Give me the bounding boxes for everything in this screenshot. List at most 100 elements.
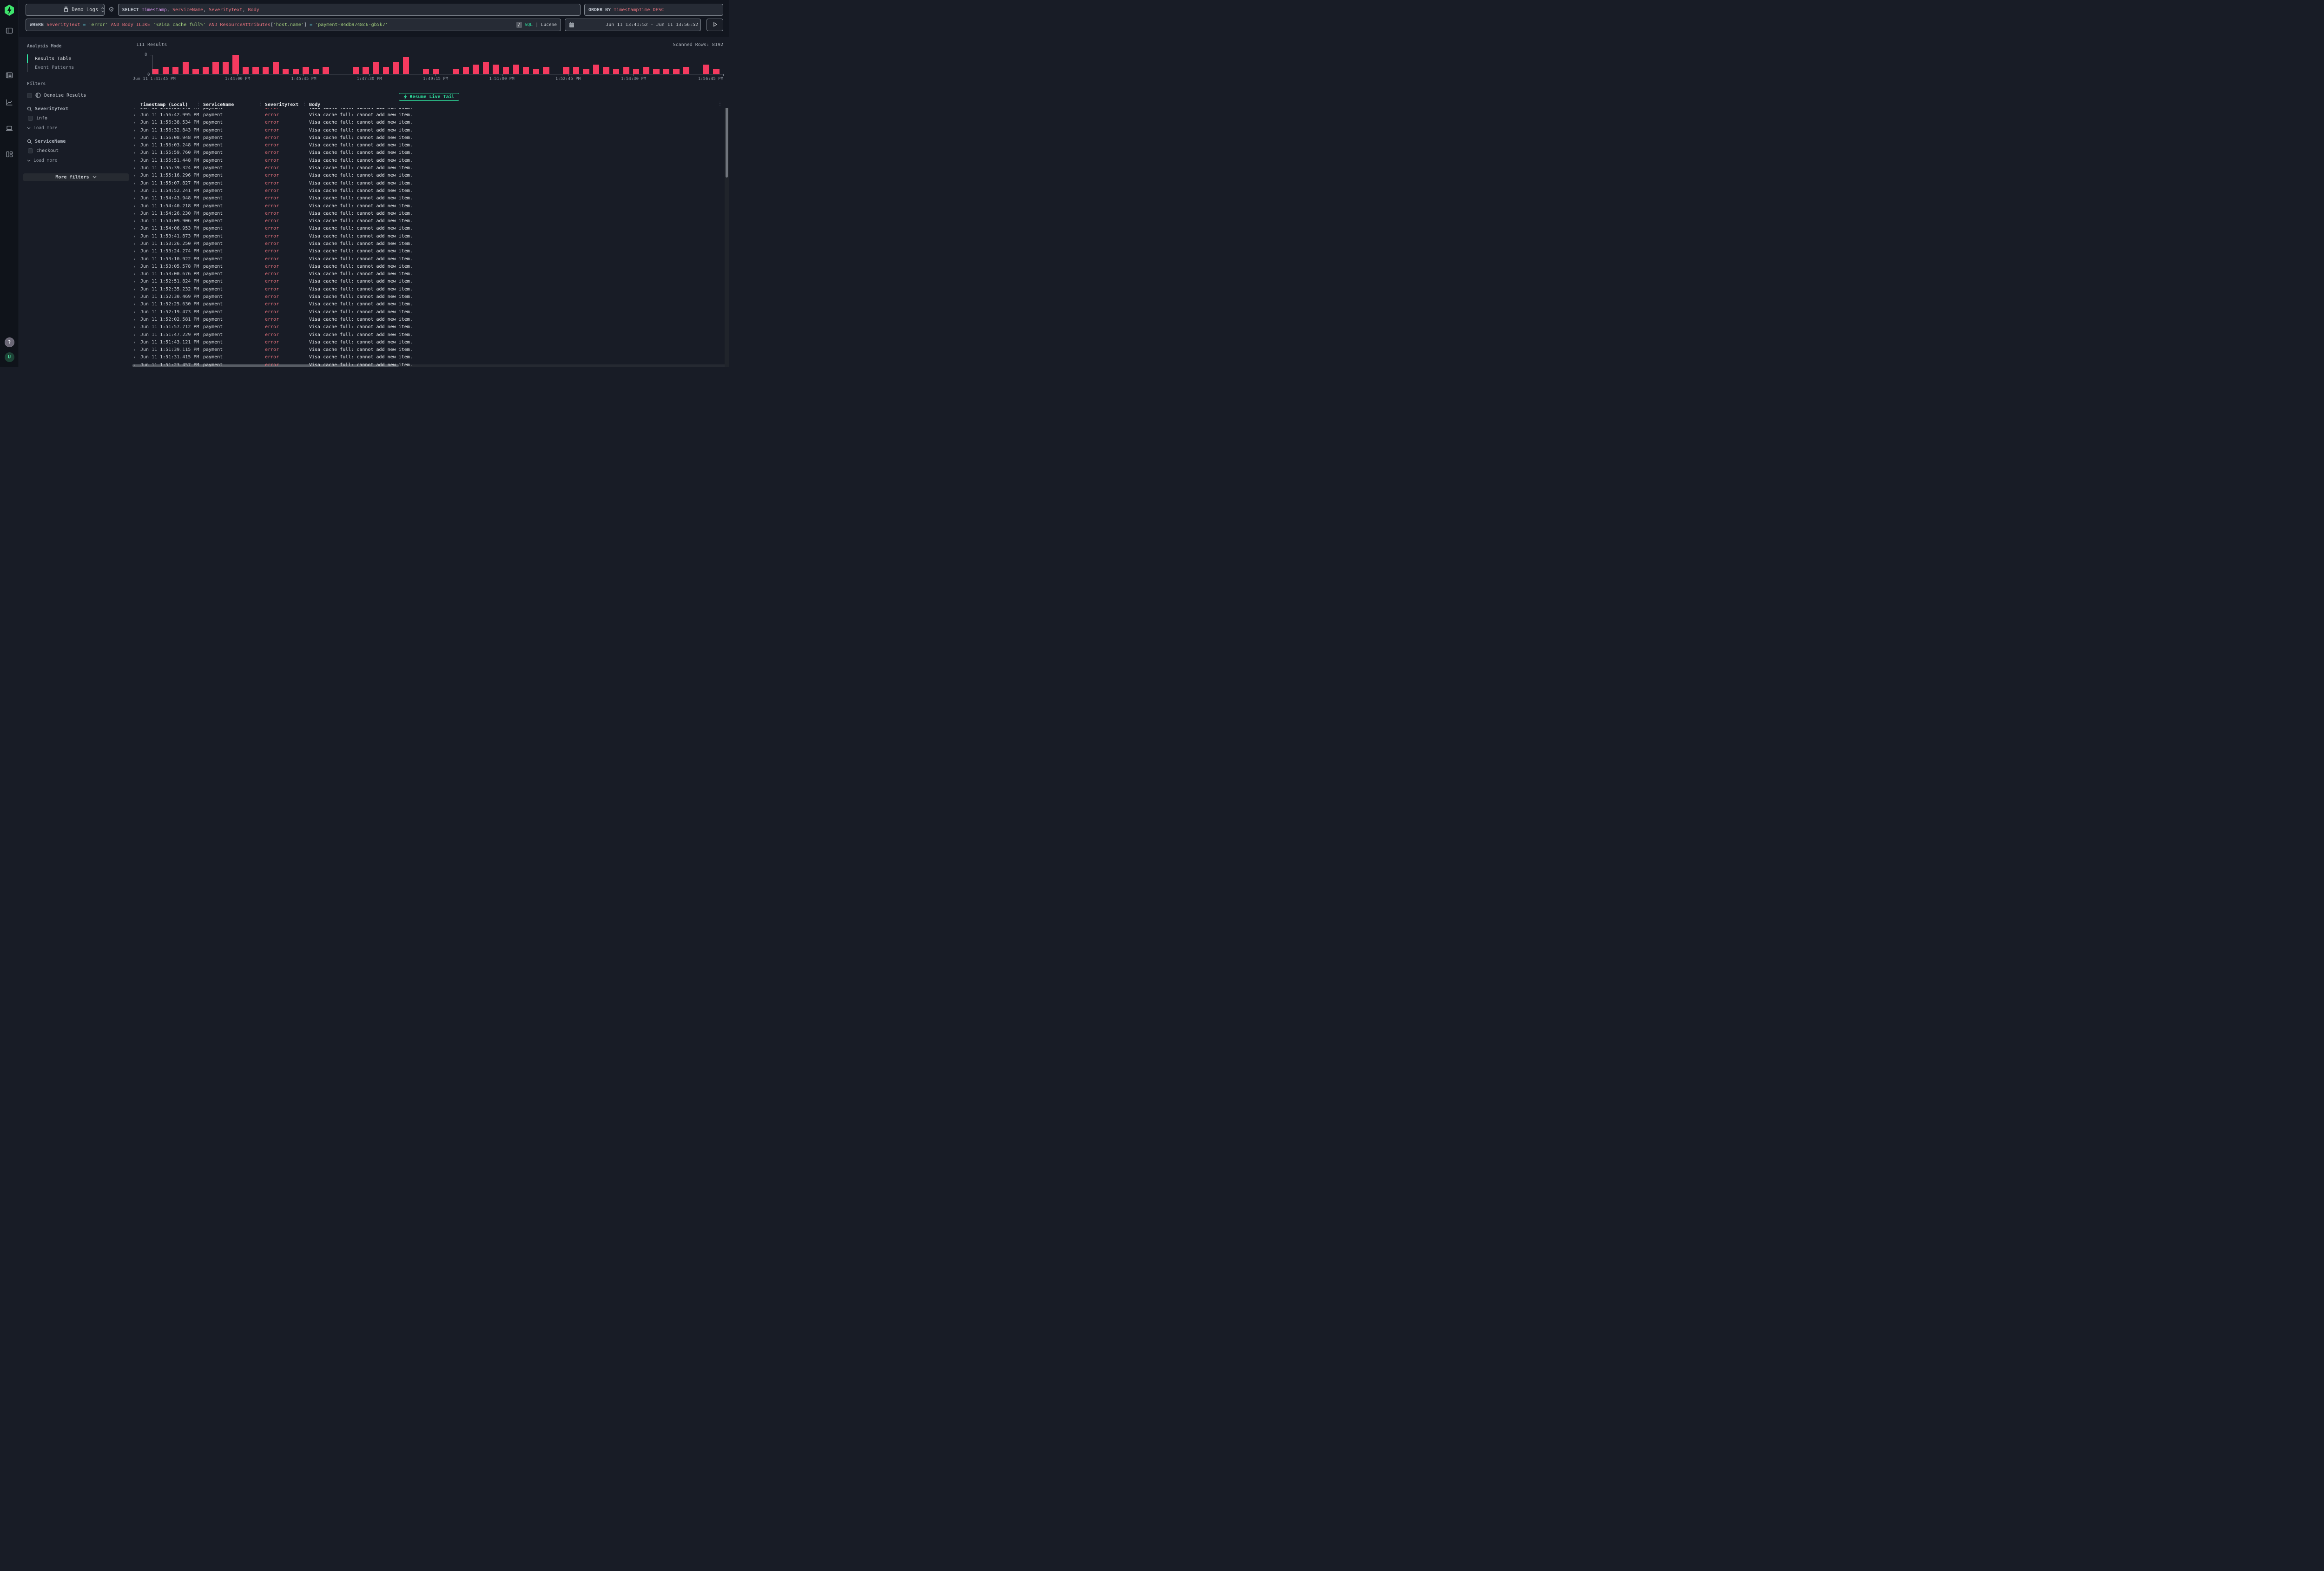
table-row[interactable]: ›Jun 11 1:51:57.712 PMpaymenterrorVisa c… — [132, 323, 729, 331]
row-expand-chevron-icon[interactable]: › — [132, 324, 140, 330]
table-row[interactable]: ›Jun 11 1:53:24.274 PMpaymenterrorVisa c… — [132, 248, 729, 255]
row-expand-chevron-icon[interactable]: › — [132, 127, 140, 133]
row-expand-chevron-icon[interactable]: › — [132, 332, 140, 338]
row-expand-chevron-icon[interactable]: › — [132, 248, 140, 254]
row-expand-chevron-icon[interactable]: › — [132, 172, 140, 178]
row-expand-chevron-icon[interactable]: › — [132, 233, 140, 239]
table-row[interactable]: ›Jun 11 1:55:16.296 PMpaymenterrorVisa c… — [132, 172, 729, 179]
mode-results-table[interactable]: Results Table — [28, 54, 125, 63]
row-expand-chevron-icon[interactable]: › — [132, 108, 140, 111]
table-row[interactable]: ›Jun 11 1:52:35.232 PMpaymenterrorVisa c… — [132, 285, 729, 293]
table-row[interactable]: ›Jun 11 1:51:31.415 PMpaymenterrorVisa c… — [132, 354, 729, 361]
row-expand-chevron-icon[interactable]: › — [132, 241, 140, 247]
row-expand-chevron-icon[interactable]: › — [132, 347, 140, 353]
row-expand-chevron-icon[interactable]: › — [132, 150, 140, 156]
table-row[interactable]: ›Jun 11 1:56:03.248 PMpaymenterrorVisa c… — [132, 141, 729, 149]
table-row[interactable]: ›Jun 11 1:55:07.827 PMpaymenterrorVisa c… — [132, 179, 729, 187]
table-row[interactable]: ›Jun 11 1:51:43.121 PMpaymenterrorVisa c… — [132, 338, 729, 346]
table-row[interactable]: ›Jun 11 1:52:30.469 PMpaymenterrorVisa c… — [132, 293, 729, 300]
denoise-results-row[interactable]: Denoise Results — [27, 92, 125, 98]
row-expand-chevron-icon[interactable]: › — [132, 195, 140, 201]
row-expand-chevron-icon[interactable]: › — [132, 119, 140, 125]
row-expand-chevron-icon[interactable]: › — [132, 317, 140, 323]
row-expand-chevron-icon[interactable]: › — [132, 180, 140, 186]
resume-live-tail-button[interactable]: Resume Live Tail — [399, 93, 459, 101]
row-expand-chevron-icon[interactable]: › — [132, 142, 140, 148]
help-button[interactable]: ? — [5, 337, 14, 347]
row-expand-chevron-icon[interactable]: › — [132, 271, 140, 277]
table-row[interactable]: ›Jun 11 1:56:32.843 PMpaymenterrorVisa c… — [132, 126, 729, 134]
table-row[interactable]: ›Jun 11 1:53:05.578 PMpaymenterrorVisa c… — [132, 263, 729, 270]
table-row[interactable]: ›Jun 11 1:55:51.448 PMpaymenterrorVisa c… — [132, 157, 729, 164]
time-range-picker[interactable]: Jun 11 13:41:52 - Jun 11 13:56:52 — [565, 19, 701, 31]
column-drag-handle-icon[interactable]: ⋮ — [302, 101, 307, 106]
table-row[interactable]: ›Jun 11 1:52:25.630 PMpaymenterrorVisa c… — [132, 301, 729, 308]
language-lucene-option[interactable]: Lucene — [541, 22, 557, 27]
select-query-input[interactable]: SELECT Timestamp, ServiceName, SeverityT… — [118, 4, 581, 16]
source-settings-gear-icon[interactable]: ⚙ — [108, 7, 114, 13]
row-expand-chevron-icon[interactable]: › — [132, 309, 140, 315]
table-row[interactable]: ›Jun 11 1:51:23.457 PMpaymenterrorVisa c… — [132, 361, 729, 367]
row-expand-chevron-icon[interactable]: › — [132, 112, 140, 118]
search-logs-icon[interactable] — [6, 72, 13, 79]
table-row[interactable]: ›Jun 11 1:54:43.948 PMpaymenterrorVisa c… — [132, 195, 729, 202]
checkout-checkbox[interactable] — [28, 148, 33, 153]
row-expand-chevron-icon[interactable]: › — [132, 301, 140, 307]
row-expand-chevron-icon[interactable]: › — [132, 135, 140, 141]
row-expand-chevron-icon[interactable]: › — [132, 218, 140, 224]
table-row[interactable]: ›Jun 11 1:55:59.760 PMpaymenterrorVisa c… — [132, 149, 729, 157]
table-row[interactable]: ›Jun 11 1:56:38.534 PMpaymenterrorVisa c… — [132, 119, 729, 126]
row-expand-chevron-icon[interactable]: › — [132, 211, 140, 217]
order-by-input[interactable]: ORDER BY TimestampTime DESC — [584, 4, 723, 16]
row-expand-chevron-icon[interactable]: › — [132, 286, 140, 292]
search-icon[interactable] — [27, 139, 32, 144]
table-row[interactable]: ›Jun 11 1:53:41.873 PMpaymenterrorVisa c… — [132, 232, 729, 240]
run-query-button[interactable] — [706, 19, 723, 31]
mode-event-patterns[interactable]: Event Patterns — [28, 63, 125, 72]
row-expand-chevron-icon[interactable]: › — [132, 188, 140, 194]
facet-option-info[interactable]: info — [28, 116, 125, 121]
row-expand-chevron-icon[interactable]: › — [132, 362, 140, 367]
chart-explorer-icon[interactable] — [6, 99, 13, 106]
column-drag-handle-icon[interactable]: ⋮ — [196, 101, 201, 106]
table-row[interactable]: ›Jun 11 1:51:47.229 PMpaymenterrorVisa c… — [132, 331, 729, 338]
row-expand-chevron-icon[interactable]: › — [132, 165, 140, 171]
table-row[interactable]: ›Jun 11 1:54:52.241 PMpaymenterrorVisa c… — [132, 187, 729, 194]
info-checkbox[interactable] — [28, 116, 33, 121]
row-expand-chevron-icon[interactable]: › — [132, 354, 140, 360]
table-row[interactable]: ›Jun 11 1:53:26.250 PMpaymenterrorVisa c… — [132, 240, 729, 247]
table-row[interactable]: ›Jun 11 1:56:08.948 PMpaymenterrorVisa c… — [132, 134, 729, 141]
table-row[interactable]: ›Jun 11 1:55:39.324 PMpaymenterrorVisa c… — [132, 164, 729, 172]
row-expand-chevron-icon[interactable]: › — [132, 256, 140, 262]
load-more-servicename[interactable]: Load more — [27, 158, 125, 163]
table-row[interactable]: ›Jun 11 1:52:51.824 PMpaymenterrorVisa c… — [132, 278, 729, 285]
table-row[interactable]: ›Jun 11 1:54:09.906 PMpaymenterrorVisa c… — [132, 217, 729, 224]
table-row[interactable]: ›Jun 11 1:53:00.676 PMpaymenterrorVisa c… — [132, 271, 729, 278]
user-avatar[interactable]: U — [5, 352, 14, 362]
where-query-input[interactable]: WHERE SeverityText = 'error' AND Body IL… — [26, 19, 561, 31]
table-row[interactable]: ›Jun 11 1:54:06.953 PMpaymenterrorVisa c… — [132, 225, 729, 232]
table-row[interactable]: ›Jun 11 1:53:10.922 PMpaymenterrorVisa c… — [132, 255, 729, 263]
row-expand-chevron-icon[interactable]: › — [132, 264, 140, 270]
table-row[interactable]: ›Jun 11 1:51:39.115 PMpaymenterrorVisa c… — [132, 346, 729, 354]
column-drag-handle-icon[interactable]: ⋮ — [258, 101, 263, 106]
table-row[interactable]: ›Jun 11 1:56:51.975 PMpaymenterrorVisa c… — [132, 108, 729, 111]
row-expand-chevron-icon[interactable]: › — [132, 225, 140, 231]
row-expand-chevron-icon[interactable]: › — [132, 278, 140, 284]
row-expand-chevron-icon[interactable]: › — [132, 339, 140, 345]
table-row[interactable]: ›Jun 11 1:54:40.218 PMpaymenterrorVisa c… — [132, 202, 729, 210]
denoise-checkbox[interactable] — [27, 93, 32, 98]
table-options-icon[interactable]: ⋮ — [718, 101, 722, 106]
facet-option-checkout[interactable]: checkout — [28, 148, 125, 153]
search-icon[interactable] — [27, 106, 32, 112]
more-filters-button[interactable]: More filters — [23, 173, 129, 181]
row-expand-chevron-icon[interactable]: › — [132, 294, 140, 300]
sidebar-toggle-icon[interactable] — [6, 27, 13, 34]
row-expand-chevron-icon[interactable]: › — [132, 158, 140, 164]
language-sql-option[interactable]: SQL — [525, 22, 533, 27]
row-expand-chevron-icon[interactable]: › — [132, 203, 140, 209]
table-row[interactable]: ›Jun 11 1:54:26.230 PMpaymenterrorVisa c… — [132, 210, 729, 217]
hyperdx-logo-icon[interactable] — [4, 5, 14, 16]
dashboards-icon[interactable] — [6, 151, 13, 158]
table-row[interactable]: ›Jun 11 1:52:02.581 PMpaymenterrorVisa c… — [132, 316, 729, 323]
